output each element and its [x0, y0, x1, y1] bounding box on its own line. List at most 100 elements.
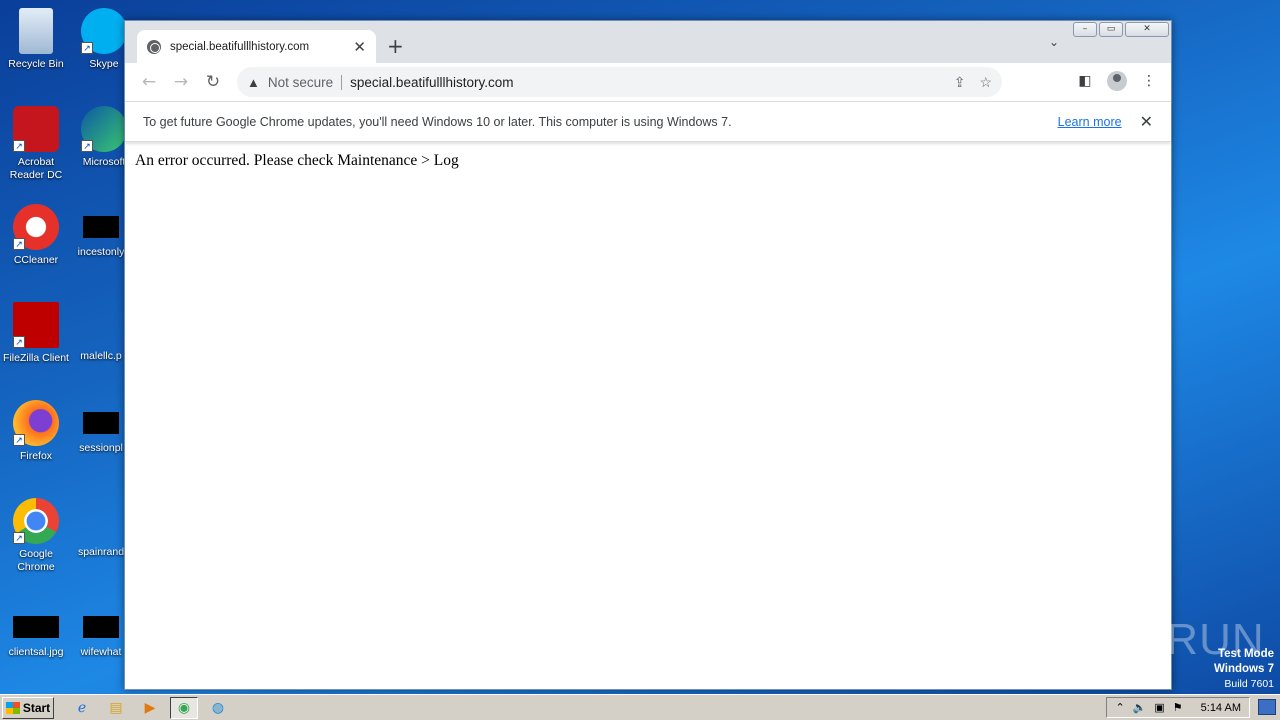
test-mode-line2: Windows 7: [1214, 663, 1274, 675]
filezilla-icon: ↗: [13, 302, 59, 348]
update-infobar: To get future Google Chrome updates, you…: [125, 101, 1171, 142]
back-button[interactable]: ←: [135, 68, 163, 96]
desktop-icon-file-incestonly[interactable]: incestonly: [70, 204, 132, 259]
desktop-icon-file-sessionpl[interactable]: sessionpl: [70, 400, 132, 455]
desktop-icon-file-malellc[interactable]: malellc.p: [70, 302, 132, 363]
show-desktop-button[interactable]: [1258, 699, 1276, 715]
tab-search-chevron-icon[interactable]: ⌄: [1049, 35, 1059, 49]
desktop-icon-label: Microsoft: [82, 156, 126, 168]
side-panel-icon[interactable]: ◧: [1073, 68, 1097, 94]
edge-taskbar-icon[interactable]: ◍: [204, 697, 232, 719]
url-text[interactable]: special.beatifulllhistory.com: [350, 75, 940, 90]
learn-more-link[interactable]: Learn more: [1058, 115, 1122, 129]
desktop-icon-file-spainrand[interactable]: spainrand: [70, 498, 132, 559]
chrome-taskbar-icon[interactable]: ◉: [170, 696, 198, 719]
file-thumbnail: [83, 216, 119, 238]
desktop-icon-label: Acrobat Reader DC: [9, 156, 63, 181]
ccleaner-icon: ↗: [13, 204, 59, 250]
desktop-icon-label: clientsal.jpg: [8, 646, 64, 658]
windows-logo-icon: [5, 701, 20, 714]
tab-strip: special.beatifulllhistory.com ✕ + ⌄ – ▭ …: [125, 21, 1171, 63]
file-thumbnail: [13, 616, 59, 638]
forward-button[interactable]: →: [167, 68, 195, 96]
desktop-icon-label: Recycle Bin: [8, 58, 64, 70]
chrome-icon: ↗: [13, 498, 59, 544]
network-icon[interactable]: ▣: [1154, 701, 1164, 714]
test-mode-line3: Build 7601: [1224, 678, 1274, 690]
bookmark-star-icon[interactable]: ☆: [979, 74, 992, 91]
desktop-icon-label: Firefox: [19, 450, 53, 462]
menu-kebab-icon[interactable]: ⋮: [1137, 68, 1161, 94]
file-thumbnail: [83, 412, 119, 434]
start-label: Start: [22, 700, 51, 715]
tray-expand-icon[interactable]: ⌃: [1115, 701, 1124, 714]
tab-close-icon[interactable]: ✕: [353, 38, 366, 56]
globe-icon: [147, 39, 161, 54]
shortcut-arrow-icon: ↗: [13, 140, 25, 152]
desktop-icon-file-wifewhat[interactable]: wifewhat: [70, 604, 132, 659]
desktop-icon-label: spainrand: [77, 546, 125, 558]
file-explorer-icon[interactable]: ▤: [102, 697, 130, 719]
desktop-icon-label: FileZilla Client: [3, 352, 69, 364]
recycle-bin-icon: [19, 8, 53, 54]
file-thumbnail: [83, 616, 119, 638]
desktop-icon-filezilla[interactable]: ↗ FileZilla Client: [0, 302, 72, 365]
security-chip[interactable]: Not secure: [268, 74, 343, 90]
warning-triangle-icon[interactable]: ▲: [247, 75, 260, 90]
clock[interactable]: 5:14 AM: [1201, 702, 1241, 714]
shortcut-arrow-icon: ↗: [13, 336, 25, 348]
internet-explorer-icon[interactable]: ℯ: [68, 697, 96, 719]
shortcut-arrow-icon: ↗: [13, 238, 25, 250]
firefox-icon: ↗: [13, 400, 59, 446]
desktop-icon-label: Google Chrome: [17, 548, 55, 573]
restore-button[interactable]: ▭: [1099, 22, 1123, 37]
edge-icon: ↗: [81, 106, 127, 152]
shortcut-arrow-icon: ↗: [13, 434, 25, 446]
close-window-button[interactable]: ✕: [1125, 22, 1169, 37]
desktop-icon-acrobat[interactable]: ↗ Acrobat Reader DC: [0, 106, 72, 182]
share-icon[interactable]: ⇪: [954, 74, 966, 91]
file-thumbnail: [70, 302, 132, 350]
error-message: An error occurred. Please check Maintena…: [135, 152, 459, 169]
profile-button[interactable]: [1105, 68, 1129, 94]
desktop-icon-label: wifewhat: [80, 646, 122, 658]
tab-title: special.beatifulllhistory.com: [170, 40, 310, 53]
desktop-icon-chrome[interactable]: ↗ Google Chrome: [0, 498, 72, 574]
desktop-icon-label: incestonly: [77, 246, 125, 258]
test-mode-line1: Test Mode: [1217, 648, 1274, 660]
acrobat-icon: ↗: [13, 106, 59, 152]
skype-icon: ↗: [81, 8, 127, 54]
address-bar[interactable]: ▲ Not secure special.beatifulllhistory.c…: [237, 67, 1002, 97]
shortcut-arrow-icon: ↗: [81, 140, 93, 152]
minimize-button[interactable]: –: [1073, 22, 1097, 37]
action-center-flag-icon[interactable]: ⚑: [1173, 701, 1183, 714]
desktop-icon-label: Skype: [89, 58, 119, 70]
desktop-icon-ccleaner[interactable]: ↗ CCleaner: [0, 204, 72, 267]
desktop-icon-label: sessionpl: [79, 442, 123, 454]
volume-icon[interactable]: 🔈: [1133, 701, 1147, 714]
shortcut-arrow-icon: ↗: [81, 42, 93, 54]
infobar-close-icon[interactable]: ✕: [1140, 112, 1153, 132]
taskbar: Start ℯ ▤ ▶ ◉ ◍ ⌃ 🔈 ▣ ⚑ 5:14 AM: [0, 694, 1280, 720]
reload-button[interactable]: ↻: [199, 68, 227, 96]
start-button[interactable]: Start: [2, 696, 54, 719]
desktop-icon-firefox[interactable]: ↗ Firefox: [0, 400, 72, 463]
desktop-icon-label: CCleaner: [13, 254, 59, 266]
system-tray: ⌃ 🔈 ▣ ⚑ 5:14 AM: [1106, 697, 1250, 718]
desktop-icon-recycle-bin[interactable]: Recycle Bin: [0, 8, 72, 71]
browser-tab[interactable]: special.beatifulllhistory.com ✕: [137, 30, 376, 63]
shortcut-arrow-icon: ↗: [13, 532, 25, 544]
new-tab-button[interactable]: +: [387, 34, 404, 58]
browser-toolbar: ← → ↻ ▲ Not secure special.beatifulllhis…: [125, 63, 1171, 101]
infobar-message: To get future Google Chrome updates, you…: [143, 114, 732, 129]
test-mode-label: Test Mode Windows 7 Build 7601: [1214, 647, 1274, 692]
page-content: An error occurred. Please check Maintena…: [125, 142, 1171, 180]
media-player-icon[interactable]: ▶: [136, 697, 164, 719]
file-thumbnail: [70, 498, 132, 546]
window-controls: – ▭ ✕: [1073, 22, 1169, 37]
desktop-icon-file-clientsal[interactable]: clientsal.jpg: [0, 604, 72, 659]
chrome-window: special.beatifulllhistory.com ✕ + ⌄ – ▭ …: [124, 20, 1172, 690]
desktop-icon-label: malellc.p: [80, 350, 122, 362]
avatar-icon: [1107, 71, 1127, 91]
toolbar-right: ◧ ⋮: [1073, 68, 1161, 94]
